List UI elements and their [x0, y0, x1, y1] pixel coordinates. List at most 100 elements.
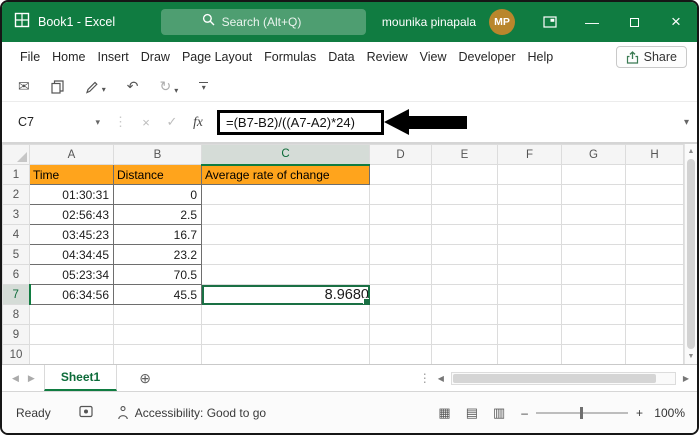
expand-formula-bar-icon[interactable]: ▾	[684, 117, 689, 128]
cell[interactable]	[497, 264, 562, 285]
cell[interactable]	[625, 284, 684, 305]
column-header-E[interactable]: E	[431, 144, 498, 165]
cell[interactable]	[431, 264, 498, 285]
insert-function-icon[interactable]: fx	[185, 114, 211, 130]
name-box[interactable]: C7 ▾	[12, 115, 108, 129]
row-header-2[interactable]: 2	[2, 184, 30, 205]
cell[interactable]	[29, 324, 114, 345]
cell[interactable]	[497, 224, 562, 245]
vertical-scrollbar[interactable]: ▲ ▼	[684, 144, 697, 364]
search-input[interactable]	[221, 15, 326, 29]
cell[interactable]	[431, 324, 498, 345]
cell[interactable]	[497, 204, 562, 225]
email-icon[interactable]: ✉	[18, 78, 30, 95]
ribbon-tab-insert[interactable]: Insert	[92, 50, 135, 64]
cell[interactable]	[625, 304, 684, 325]
cell[interactable]	[201, 264, 370, 285]
column-header-G[interactable]: G	[561, 144, 626, 165]
scroll-up-icon[interactable]: ▲	[688, 146, 695, 157]
zoom-level[interactable]: 100%	[651, 406, 685, 420]
formula-input[interactable]: =(B7-B2)/((A7-A2)*24)	[217, 102, 697, 142]
chevron-down-icon[interactable]: ▾	[102, 85, 106, 94]
cell[interactable]	[369, 244, 432, 265]
cell[interactable]	[561, 344, 626, 364]
cell[interactable]	[431, 164, 498, 185]
column-header-D[interactable]: D	[369, 144, 432, 165]
cell[interactable]	[201, 184, 370, 205]
cell[interactable]	[561, 304, 626, 325]
row-header-3[interactable]: 3	[2, 204, 30, 225]
scroll-down-icon[interactable]: ▼	[688, 351, 695, 362]
horizontal-scrollbar[interactable]	[450, 371, 676, 385]
cell-A2[interactable]: 01:30:31	[29, 184, 114, 205]
pen-tool-icon[interactable]: ▾	[85, 80, 106, 94]
cell-A3[interactable]: 02:56:43	[29, 204, 114, 225]
cell[interactable]	[29, 304, 114, 325]
cell[interactable]	[497, 344, 562, 364]
next-sheet-icon[interactable]: ▶	[28, 373, 35, 384]
cancel-icon[interactable]: ×	[133, 115, 159, 130]
cell[interactable]	[561, 224, 626, 245]
window-layout-icon[interactable]	[529, 2, 571, 42]
cell[interactable]	[369, 184, 432, 205]
cell[interactable]	[201, 204, 370, 225]
scroll-right-icon[interactable]: ▶	[683, 374, 689, 383]
ribbon-tab-help[interactable]: Help	[522, 50, 560, 64]
cell[interactable]	[369, 304, 432, 325]
cell[interactable]	[431, 304, 498, 325]
cell[interactable]	[113, 324, 202, 345]
cell[interactable]	[369, 284, 432, 305]
page-break-view-icon[interactable]: ▥	[493, 405, 505, 421]
name-box-dropdown-icon[interactable]: ▾	[95, 117, 108, 128]
cell-B4[interactable]: 16.7	[113, 224, 202, 245]
cell-C1[interactable]: Average rate of change	[201, 164, 370, 185]
column-header-C[interactable]: C	[201, 144, 370, 166]
search-box[interactable]	[161, 9, 367, 35]
ribbon-tab-page-layout[interactable]: Page Layout	[176, 50, 258, 64]
zoom-slider[interactable]	[535, 406, 628, 419]
maximize-button[interactable]	[613, 2, 655, 42]
cell[interactable]	[201, 304, 370, 325]
cell-B3[interactable]: 2.5	[113, 204, 202, 225]
ribbon-tab-formulas[interactable]: Formulas	[258, 50, 322, 64]
normal-view-icon[interactable]: ▦	[438, 405, 450, 421]
row-header-7[interactable]: 7	[2, 284, 31, 305]
page-layout-view-icon[interactable]: ▤	[466, 405, 478, 421]
zoom-slider-thumb[interactable]	[579, 406, 583, 419]
cell[interactable]	[561, 324, 626, 345]
vertical-scrollbar-thumb[interactable]	[687, 159, 695, 349]
cell[interactable]	[369, 344, 432, 364]
cell[interactable]	[369, 324, 432, 345]
cell[interactable]	[497, 284, 562, 305]
cell[interactable]	[369, 264, 432, 285]
avatar[interactable]: MP	[489, 9, 515, 35]
share-button[interactable]: Share	[615, 46, 687, 68]
cell[interactable]	[497, 164, 562, 185]
cell[interactable]	[561, 204, 626, 225]
cell[interactable]	[201, 324, 370, 345]
close-button[interactable]: ×	[655, 2, 697, 42]
customize-qat-icon[interactable]: ▾	[199, 81, 209, 92]
cell[interactable]	[625, 324, 684, 345]
cell[interactable]	[561, 164, 626, 185]
cell-B6[interactable]: 70.5	[113, 264, 202, 285]
formula-bar-splitter[interactable]: ⋮	[114, 114, 127, 130]
ribbon-tab-developer[interactable]: Developer	[453, 50, 522, 64]
ribbon-tab-view[interactable]: View	[414, 50, 453, 64]
cell[interactable]	[113, 304, 202, 325]
cell[interactable]	[561, 264, 626, 285]
cell[interactable]	[29, 344, 114, 364]
cell[interactable]	[497, 244, 562, 265]
column-header-F[interactable]: F	[497, 144, 562, 165]
cell[interactable]	[561, 184, 626, 205]
cell[interactable]	[625, 264, 684, 285]
ribbon-tab-draw[interactable]: Draw	[135, 50, 176, 64]
new-sheet-icon[interactable]: ⊕	[139, 370, 151, 387]
ribbon-tab-home[interactable]: Home	[46, 50, 91, 64]
ribbon-tab-data[interactable]: Data	[322, 50, 360, 64]
cell-A5[interactable]: 04:34:45	[29, 244, 114, 265]
cell[interactable]	[431, 224, 498, 245]
cell[interactable]	[431, 184, 498, 205]
cell[interactable]	[369, 204, 432, 225]
cell[interactable]	[201, 344, 370, 364]
